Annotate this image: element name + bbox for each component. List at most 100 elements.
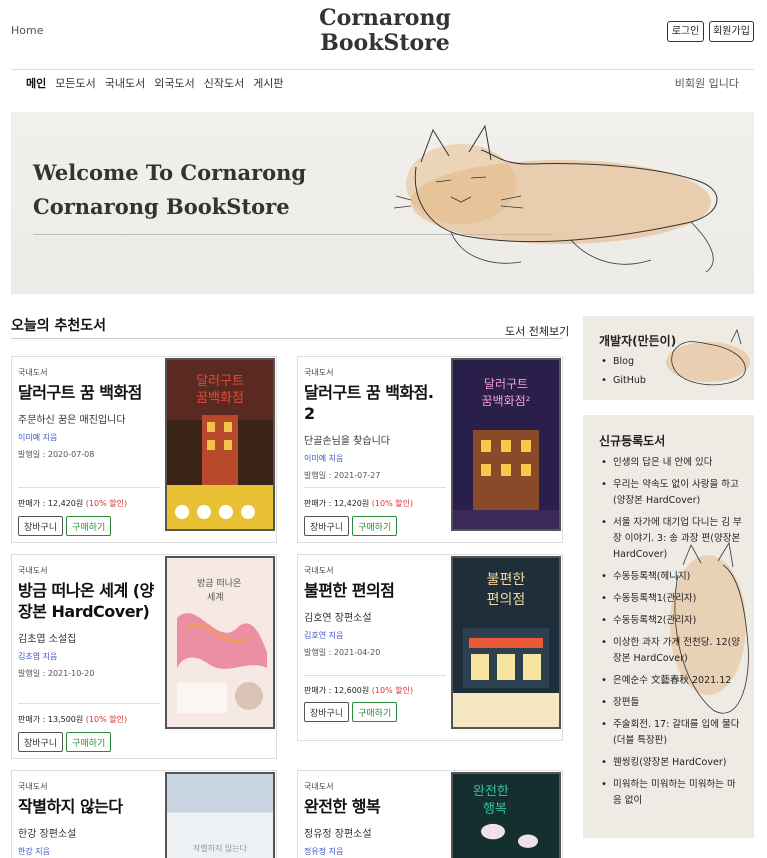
see-all-books-link[interactable]: 도서 전체보기 bbox=[505, 323, 569, 339]
list-item[interactable]: 수동등록책(헤니지) bbox=[599, 569, 744, 585]
list-item[interactable]: 수동등록책1(관리자) bbox=[599, 591, 744, 607]
book-title[interactable]: 불편한 편의점 bbox=[304, 580, 446, 601]
list-item[interactable]: 수동등록책2(관리자) bbox=[599, 613, 744, 629]
book-author[interactable]: 한강 지음 bbox=[18, 846, 160, 857]
add-to-cart-button[interactable]: 장바구니 bbox=[18, 732, 64, 752]
buy-now-button[interactable]: 구매하기 bbox=[66, 516, 112, 536]
svg-text:꿈백화점²: 꿈백화점² bbox=[482, 394, 531, 408]
hero-banner: Welcome To Cornarong Cornarong BookStore bbox=[11, 112, 754, 294]
list-item[interactable]: 장편들 bbox=[599, 695, 744, 711]
book-category: 국내도서 bbox=[18, 566, 48, 575]
book-cover-image[interactable]: 완전한 행복 bbox=[451, 772, 561, 858]
svg-text:작별하지 않는다: 작별하지 않는다 bbox=[193, 843, 247, 853]
buy-now-button[interactable]: 구매하기 bbox=[352, 516, 398, 536]
book-title[interactable]: 달러구트 꿈 백화점 bbox=[18, 382, 160, 403]
nav-item-board[interactable]: 게시판 bbox=[253, 75, 283, 91]
book-title[interactable]: 방금 떠나온 세계 (양장본 HardCover) bbox=[18, 580, 160, 622]
book-cover-image[interactable]: 방금 떠나온 세계 bbox=[165, 556, 275, 729]
add-to-cart-button[interactable]: 장바구니 bbox=[304, 516, 350, 536]
add-to-cart-button[interactable]: 장바구니 bbox=[304, 702, 350, 722]
header-divider bbox=[11, 69, 754, 70]
discount-label: (10% 할인) bbox=[85, 499, 128, 508]
github-link[interactable]: GitHub bbox=[599, 371, 646, 390]
signup-button[interactable]: 회원가입 bbox=[709, 21, 754, 42]
home-link[interactable]: Home bbox=[11, 24, 43, 37]
list-item[interactable]: 우리는 약속도 없이 사랑을 하고(양장본 HardCover) bbox=[599, 477, 744, 509]
book-card[interactable]: 국내도서 작별하지 않는다 한강 장편소설 한강 지음 작별하지 않는다 bbox=[11, 770, 277, 858]
buy-now-button[interactable]: 구매하기 bbox=[66, 732, 112, 752]
site-logo[interactable]: Cornarong BookStore bbox=[300, 6, 470, 56]
hero-title-line-1: Welcome To Cornarong bbox=[33, 160, 307, 185]
login-button[interactable]: 로그인 bbox=[667, 21, 704, 42]
book-title[interactable]: 완전한 행복 bbox=[304, 796, 446, 817]
main-nav: 메인 모든도서 국내도서 외국도서 신작도서 게시판 bbox=[26, 75, 284, 91]
developer-links: Blog GitHub bbox=[599, 352, 646, 390]
blog-link[interactable]: Blog bbox=[599, 352, 646, 371]
list-item[interactable]: 이상한 과자 가게 전천당. 12(양장본 HardCover) bbox=[599, 635, 744, 667]
book-category: 국내도서 bbox=[18, 368, 48, 377]
book-card[interactable]: 국내도서 완전한 행복 정유정 장편소설 정유정 지음 완전한 행복 bbox=[297, 770, 563, 858]
book-cover-image[interactable]: 작별하지 않는다 bbox=[165, 772, 275, 858]
price-divider bbox=[18, 703, 160, 704]
list-item[interactable]: 미워하는 미워하는 미워하는 마음 없이 bbox=[599, 777, 744, 809]
book-author[interactable]: 정유정 지음 bbox=[304, 846, 446, 857]
book-card[interactable]: 국내도서 방금 떠나온 세계 (양장본 HardCover) 김초엽 소설집 김… bbox=[11, 554, 277, 759]
book-subtitle: 주문하신 꿈은 매진입니다 bbox=[18, 415, 126, 426]
svg-text:불편한: 불편한 bbox=[487, 572, 526, 588]
logo-line-2: BookStore bbox=[320, 30, 450, 56]
book-card[interactable]: 국내도서 불편한 편의점 김호연 장편소설 김호연 지음 발행일 : 2021-… bbox=[297, 554, 563, 741]
book-date: 발행일 : 2021-07-27 bbox=[304, 471, 381, 480]
price-prefix: 판매가 : bbox=[18, 499, 48, 508]
price-prefix: 판매가 : bbox=[18, 715, 48, 724]
book-author[interactable]: 이미예 지음 bbox=[304, 453, 446, 464]
nav-item-foreign[interactable]: 외국도서 bbox=[154, 75, 194, 91]
nav-item-domestic[interactable]: 국내도서 bbox=[105, 75, 145, 91]
book-price: 판매가 : 12,420원 (10% 할인) bbox=[18, 498, 127, 509]
book-price: 판매가 : 12,600원 (10% 할인) bbox=[304, 685, 413, 696]
book-card[interactable]: 국내도서 달러구트 꿈 백화점. 2 단골손님을 찾습니다 이미예 지음 발행일… bbox=[297, 356, 563, 543]
svg-text:행복: 행복 bbox=[483, 801, 507, 817]
site-header: Home Cornarong BookStore 로그인 회원가입 bbox=[0, 0, 767, 70]
book-author[interactable]: 김호연 지음 bbox=[304, 630, 446, 641]
list-item[interactable]: 서울 자가에 대기업 다니는 김 부장 이야기. 3: 송 과장 편(양장본 H… bbox=[599, 515, 744, 563]
nav-item-all-books[interactable]: 모든도서 bbox=[55, 75, 95, 91]
buy-now-button[interactable]: 구매하기 bbox=[352, 702, 398, 722]
book-card[interactable]: 국내도서 달러구트 꿈 백화점 주문하신 꿈은 매진입니다 이미예 지음 발행일… bbox=[11, 356, 277, 543]
book-subtitle: 정유정 장편소설 bbox=[304, 829, 372, 840]
price-value: 13,500원 bbox=[47, 715, 84, 724]
list-item[interactable]: 주술회전. 17: 갈대를 입에 물다(더블 특장판) bbox=[599, 717, 744, 749]
svg-text:달러구트: 달러구트 bbox=[484, 377, 528, 391]
book-price: 판매가 : 12,420원 (10% 할인) bbox=[304, 498, 413, 509]
discount-label: (10% 할인) bbox=[371, 686, 414, 695]
discount-label: (10% 할인) bbox=[85, 715, 128, 724]
svg-text:완전한: 완전한 bbox=[473, 784, 509, 799]
list-item[interactable]: 인생의 답은 내 안에 있다 bbox=[599, 455, 744, 471]
discount-label: (10% 할인) bbox=[371, 499, 414, 508]
nav-item-main[interactable]: 메인 bbox=[26, 75, 46, 91]
guest-status: 비회원 입니다 bbox=[674, 77, 739, 90]
add-to-cart-button[interactable]: 장바구니 bbox=[18, 516, 64, 536]
price-value: 12,420원 bbox=[333, 499, 370, 508]
book-category: 국내도서 bbox=[304, 368, 334, 377]
svg-text:달러구트: 달러구트 bbox=[196, 374, 244, 389]
book-subtitle: 한강 장편소설 bbox=[18, 829, 77, 840]
list-item[interactable]: 은예순수 文藝春秋 2021.12 bbox=[599, 673, 744, 689]
logo-line-1: Cornarong bbox=[319, 5, 451, 31]
price-value: 12,600원 bbox=[333, 686, 370, 695]
book-author[interactable]: 김초엽 지음 bbox=[18, 651, 160, 662]
recommend-divider bbox=[11, 338, 563, 339]
book-title[interactable]: 작별하지 않는다 bbox=[18, 796, 160, 817]
book-title[interactable]: 달러구트 꿈 백화점. 2 bbox=[304, 382, 446, 424]
cat-illustration bbox=[393, 124, 718, 273]
book-cover-image[interactable]: 달러구트 꿈백화점² bbox=[451, 358, 561, 531]
nav-item-new[interactable]: 신작도서 bbox=[204, 75, 244, 91]
developer-box: 개발자(만든이) Blog GitHub bbox=[583, 316, 754, 400]
price-prefix: 판매가 : bbox=[304, 686, 334, 695]
developer-title: 개발자(만든이) bbox=[599, 334, 677, 348]
book-cover-image[interactable]: 불편한 편의점 bbox=[451, 556, 561, 729]
book-author[interactable]: 이미예 지음 bbox=[18, 432, 160, 443]
book-cover-image[interactable]: 달러구트 꿈백화점 bbox=[165, 358, 275, 531]
book-subtitle: 김호연 장편소설 bbox=[304, 613, 372, 624]
book-category: 국내도서 bbox=[18, 782, 48, 791]
list-item[interactable]: 웬씽킹(양장본 HardCover) bbox=[599, 755, 744, 771]
